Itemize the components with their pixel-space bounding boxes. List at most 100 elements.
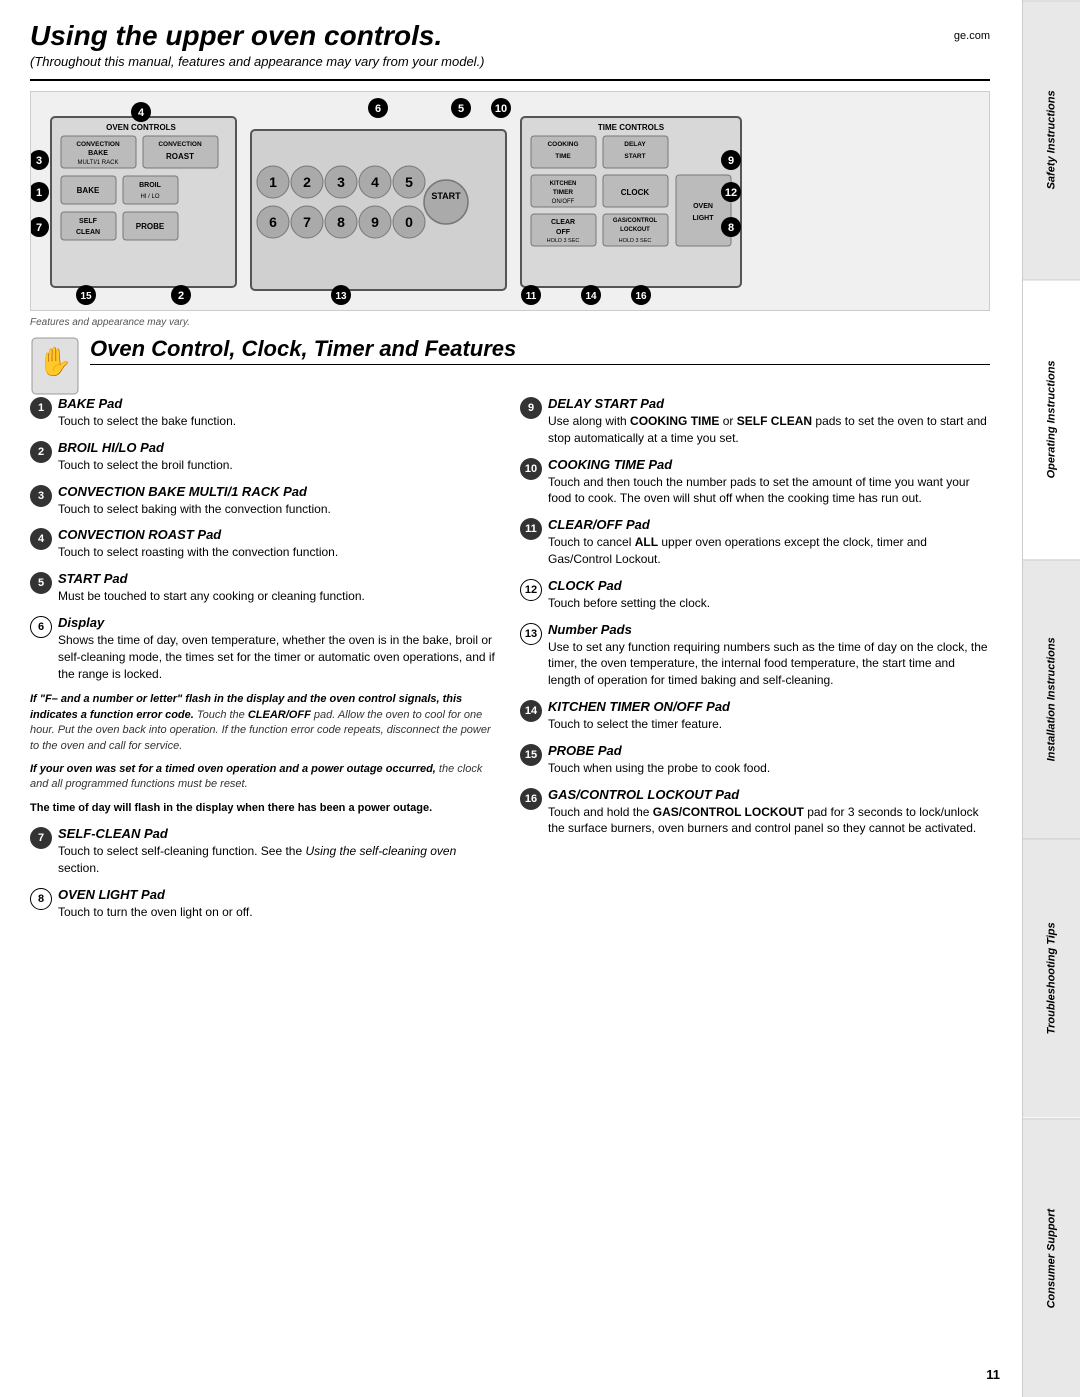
feature-desc-4: Touch to select roasting with the convec… bbox=[58, 544, 500, 561]
svg-text:7: 7 bbox=[36, 222, 42, 234]
feature-clock: 12 CLOCK Pad Touch before setting the cl… bbox=[520, 578, 990, 612]
svg-text:COOKING: COOKING bbox=[547, 141, 578, 148]
feature-title-15: PROBE Pad bbox=[548, 743, 990, 758]
svg-text:PROBE: PROBE bbox=[136, 222, 165, 231]
svg-text:HOLD 3 SEC: HOLD 3 SEC bbox=[619, 238, 652, 244]
feature-clear-off: 11 CLEAR/OFF Pad Touch to cancel ALL upp… bbox=[520, 517, 990, 568]
svg-text:SELF: SELF bbox=[79, 218, 98, 225]
feature-gas-lockout: 16 GAS/CONTROL LOCKOUT Pad Touch and hol… bbox=[520, 787, 990, 838]
page-title: Using the upper oven controls. bbox=[30, 20, 442, 52]
svg-text:TIME: TIME bbox=[555, 153, 571, 160]
svg-text:CLEAN: CLEAN bbox=[76, 229, 100, 236]
feature-title-13: Number Pads bbox=[548, 622, 990, 637]
svg-text:7: 7 bbox=[303, 214, 311, 230]
feature-start: 5 START Pad Must be touched to start any… bbox=[30, 571, 500, 605]
svg-text:11: 11 bbox=[526, 291, 537, 302]
sidebar-tab-troubleshooting-label: Troubleshooting Tips bbox=[1046, 922, 1058, 1034]
svg-text:TIMER: TIMER bbox=[553, 189, 574, 196]
feature-title-9: DELAY START Pad bbox=[548, 396, 990, 411]
feature-kitchen-timer: 14 KITCHEN TIMER ON/OFF Pad Touch to sel… bbox=[520, 699, 990, 733]
feature-desc-2: Touch to select the broil function. bbox=[58, 457, 500, 474]
section-title: Oven Control, Clock, Timer and Features bbox=[90, 336, 990, 362]
features-right-col: 9 DELAY START Pad Use along with COOKING… bbox=[520, 396, 990, 931]
feature-icon-16: 16 bbox=[520, 788, 542, 810]
warning-3: The time of day will flash in the displa… bbox=[30, 801, 500, 816]
feature-title-16: GAS/CONTROL LOCKOUT Pad bbox=[548, 787, 990, 802]
svg-text:12: 12 bbox=[725, 187, 737, 199]
feature-icon-8: 8 bbox=[30, 888, 52, 910]
feature-icon-15: 15 bbox=[520, 744, 542, 766]
feature-desc-12: Touch before setting the clock. bbox=[548, 595, 990, 612]
feature-icon-2: 2 bbox=[30, 441, 52, 463]
hand-icon: ✋ bbox=[30, 336, 80, 396]
feature-icon-7: 7 bbox=[30, 827, 52, 849]
feature-title-2: BROIL HI/LO Pad bbox=[58, 440, 500, 455]
svg-text:CLEAR: CLEAR bbox=[551, 219, 575, 226]
sidebar-tab-operating-label: Operating Instructions bbox=[1046, 361, 1058, 479]
svg-text:5: 5 bbox=[458, 103, 464, 115]
feature-title-3: CONVECTION BAKE MULTI/1 RACK Pad bbox=[58, 484, 500, 499]
sidebar-tab-installation-label: Installation Instructions bbox=[1046, 637, 1058, 761]
feature-icon-12: 12 bbox=[520, 579, 542, 601]
feature-icon-10: 10 bbox=[520, 458, 542, 480]
sidebar-tab-safety[interactable]: Safety Instructions bbox=[1023, 0, 1080, 279]
section-divider bbox=[90, 364, 990, 365]
feature-title-8: OVEN LIGHT Pad bbox=[58, 887, 500, 902]
feature-delay-start: 9 DELAY START Pad Use along with COOKING… bbox=[520, 396, 990, 447]
sidebar-tab-installation[interactable]: Installation Instructions bbox=[1023, 559, 1080, 838]
svg-text:9: 9 bbox=[371, 214, 379, 230]
feature-number-pads: 13 Number Pads Use to set any function r… bbox=[520, 622, 990, 689]
feature-icon-3: 3 bbox=[30, 485, 52, 507]
feature-desc-10: Touch and then touch the number pads to … bbox=[548, 474, 990, 508]
svg-text:0: 0 bbox=[405, 214, 413, 230]
svg-text:OVEN CONTROLS: OVEN CONTROLS bbox=[106, 123, 176, 132]
svg-text:LOCKOUT: LOCKOUT bbox=[620, 227, 650, 233]
feature-oven-light: 8 OVEN LIGHT Pad Touch to turn the oven … bbox=[30, 887, 500, 921]
sidebar-tab-troubleshooting[interactable]: Troubleshooting Tips bbox=[1023, 838, 1080, 1117]
svg-text:2: 2 bbox=[178, 290, 184, 302]
svg-text:4: 4 bbox=[138, 107, 145, 119]
feature-bake: 1 BAKE Pad Touch to select the bake func… bbox=[30, 396, 500, 430]
svg-text:13: 13 bbox=[335, 291, 347, 302]
svg-text:MULTI/1 RACK: MULTI/1 RACK bbox=[78, 160, 119, 166]
svg-text:BAKE: BAKE bbox=[88, 150, 108, 157]
feature-icon-13: 13 bbox=[520, 623, 542, 645]
svg-text:LIGHT: LIGHT bbox=[693, 215, 715, 222]
feature-convection-roast: 4 CONVECTION ROAST Pad Touch to select r… bbox=[30, 527, 500, 561]
sidebar-tab-consumer[interactable]: Consumer Support bbox=[1023, 1118, 1080, 1397]
svg-text:HOLD 3 SEC: HOLD 3 SEC bbox=[547, 238, 580, 244]
feature-desc-14: Touch to select the timer feature. bbox=[548, 716, 990, 733]
svg-text:CONVECTION: CONVECTION bbox=[76, 141, 120, 148]
feature-desc-8: Touch to turn the oven light on or off. bbox=[58, 904, 500, 921]
feature-icon-6: 6 bbox=[30, 616, 52, 638]
svg-text:HI / LO: HI / LO bbox=[140, 194, 159, 200]
feature-display: 6 Display Shows the time of day, oven te… bbox=[30, 615, 500, 682]
section-header: ✋ Oven Control, Clock, Timer and Feature… bbox=[30, 336, 990, 396]
feature-title-5: START Pad bbox=[58, 571, 500, 586]
feature-title-10: COOKING TIME Pad bbox=[548, 457, 990, 472]
feature-desc-9: Use along with COOKING TIME or SELF CLEA… bbox=[548, 413, 990, 447]
svg-text:8: 8 bbox=[337, 214, 345, 230]
feature-desc-7: Touch to select self-cleaning function. … bbox=[58, 843, 500, 877]
sidebar-tab-operating[interactable]: Operating Instructions bbox=[1023, 279, 1080, 558]
svg-text:6: 6 bbox=[269, 214, 277, 230]
feature-title-1: BAKE Pad bbox=[58, 396, 500, 411]
svg-text:OVEN: OVEN bbox=[693, 203, 713, 210]
svg-text:DELAY: DELAY bbox=[624, 141, 646, 148]
feature-cooking-time: 10 COOKING TIME Pad Touch and then touch… bbox=[520, 457, 990, 508]
svg-text:10: 10 bbox=[495, 103, 507, 115]
website-label: ge.com bbox=[954, 30, 990, 42]
feature-icon-4: 4 bbox=[30, 528, 52, 550]
svg-text:1: 1 bbox=[269, 174, 277, 190]
svg-text:3: 3 bbox=[36, 155, 42, 167]
oven-diagram: OVEN CONTROLS CONVECTION BAKE MULTI/1 RA… bbox=[30, 91, 990, 311]
feature-icon-1: 1 bbox=[30, 397, 52, 419]
feature-desc-11: Touch to cancel ALL upper oven operation… bbox=[548, 534, 990, 568]
svg-text:9: 9 bbox=[728, 155, 734, 167]
svg-text:START: START bbox=[624, 153, 645, 160]
feature-title-14: KITCHEN TIMER ON/OFF Pad bbox=[548, 699, 990, 714]
svg-text:2: 2 bbox=[303, 174, 311, 190]
feature-desc-13: Use to set any function requiring number… bbox=[548, 639, 990, 689]
svg-text:3: 3 bbox=[337, 174, 345, 190]
svg-text:8: 8 bbox=[728, 222, 734, 234]
